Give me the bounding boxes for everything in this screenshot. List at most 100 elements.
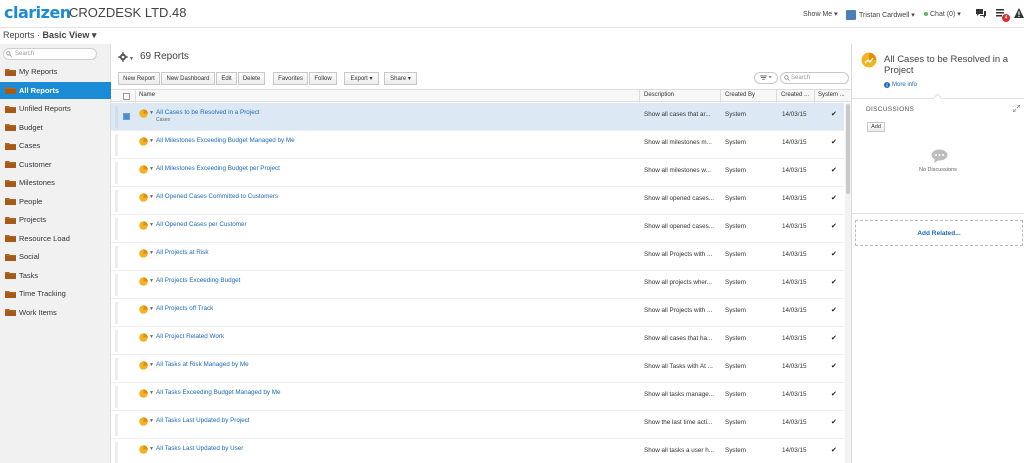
more-info-link[interactable]: More info xyxy=(884,82,917,88)
favorites-button[interactable]: Favorites xyxy=(273,72,308,85)
sidebar-item-all-reports[interactable]: All Reports xyxy=(0,81,111,99)
sidebar-item-unfiled-reports[interactable]: Unfiled Reports xyxy=(0,100,111,117)
drag-handle[interactable] xyxy=(115,246,118,268)
report-name-link[interactable]: All Tasks Last Updated by Project xyxy=(156,417,250,424)
gear-icon[interactable] xyxy=(118,52,128,62)
sidebar-item-resource-load[interactable]: Resource Load xyxy=(0,230,111,247)
follow-button[interactable]: Follow xyxy=(309,72,337,85)
drag-handle[interactable] xyxy=(115,442,118,463)
report-name-link[interactable]: All Cases to be Resolved in a Project xyxy=(156,109,260,116)
sidebar-item-my-reports[interactable]: My Reports xyxy=(0,63,111,80)
sidebar-item-milestones[interactable]: Milestones xyxy=(0,174,111,191)
sidebar-item-work-items[interactable]: Work Items xyxy=(0,304,111,321)
chevron-down-icon[interactable]: ▼ xyxy=(149,390,154,396)
table-row[interactable]: ▼ All Project Related Work Show all cases … xyxy=(111,327,844,355)
report-name-link[interactable]: All Tasks Last Updated by User xyxy=(156,445,243,452)
table-row[interactable]: ▼ All Milestones Exceeding Budget Managed… xyxy=(111,131,844,159)
sidebar-search-input[interactable]: Search xyxy=(3,48,97,60)
table-row[interactable]: ▼ All Milestones Exceeding Budget per Pro… xyxy=(111,159,844,187)
table-row[interactable]: ▼ All Opened Cases Committed to Customers… xyxy=(111,187,844,215)
table-row[interactable]: ▼ All Opened Cases per Customer Show all o… xyxy=(111,215,844,243)
column-created[interactable]: Created ... xyxy=(781,92,809,98)
report-name-link[interactable]: All Tasks Exceeding Budget Managed by Me xyxy=(156,389,281,396)
table-row[interactable]: ▼ All Cases to be Resolved in a Project Ca… xyxy=(111,103,844,131)
report-name-link[interactable]: All Opened Cases Committed to Customers xyxy=(156,193,278,200)
table-row[interactable]: ▼ All Tasks Exceeding Budget Managed by M… xyxy=(111,383,844,411)
report-name-link[interactable]: All Opened Cases per Customer xyxy=(156,221,247,228)
sidebar-item-tasks[interactable]: Tasks xyxy=(0,267,111,284)
edit-button[interactable]: Edit xyxy=(216,72,237,85)
table-row[interactable]: ▼ All Projects Exceeding Budget Show all p… xyxy=(111,271,844,299)
add-related-button[interactable]: Add Related... xyxy=(855,220,1023,246)
new-dashboard-button[interactable]: New Dashboard xyxy=(161,72,215,85)
chevron-down-icon[interactable]: ▼ xyxy=(149,194,154,200)
sidebar-item-people[interactable]: People xyxy=(0,193,111,210)
drag-handle[interactable] xyxy=(115,162,118,184)
drag-handle[interactable] xyxy=(115,302,118,324)
drag-handle[interactable] xyxy=(115,190,118,212)
chevron-down-icon[interactable]: ▼ xyxy=(149,138,154,144)
breadcrumb[interactable]: Reports · Basic View ▾ xyxy=(3,30,96,41)
chat-menu[interactable]: Chat (0) ▾ xyxy=(924,10,961,18)
share-button[interactable]: Share ▾ xyxy=(384,72,417,85)
drag-handle[interactable] xyxy=(115,330,118,352)
report-name-link[interactable]: All Milestones Exceeding Budget Managed … xyxy=(156,137,295,144)
report-name-link[interactable]: All Tasks at Risk Managed by Me xyxy=(156,361,249,368)
chevron-down-icon[interactable]: ▼ xyxy=(149,446,154,452)
chevron-down-icon[interactable]: ▼ xyxy=(149,362,154,368)
drag-handle[interactable] xyxy=(115,274,118,296)
sidebar-item-budget[interactable]: Budget xyxy=(0,119,111,136)
show-me-menu[interactable]: Show Me ▾ xyxy=(803,10,838,18)
chevron-down-icon[interactable]: ▼ xyxy=(149,418,154,424)
chevron-down-icon[interactable]: ▼ xyxy=(149,334,154,340)
report-name-link[interactable]: All Projects off Track xyxy=(156,305,213,312)
drag-handle[interactable] xyxy=(115,358,118,380)
drag-handle[interactable] xyxy=(115,106,118,128)
chevron-down-icon[interactable]: ▼ xyxy=(149,250,154,256)
table-row[interactable]: ▼ All Tasks Last Updated by User Show all … xyxy=(111,439,844,463)
table-row[interactable]: ▼ All Tasks at Risk Managed by Me Show all… xyxy=(111,355,844,383)
select-all-checkbox[interactable] xyxy=(123,93,130,100)
chevron-down-icon[interactable]: ▼ xyxy=(149,110,154,116)
sidebar-item-time-tracking[interactable]: Time Tracking xyxy=(0,285,111,302)
alert-icon[interactable] xyxy=(1013,7,1024,19)
chevron-down-icon[interactable]: ▼ xyxy=(149,166,154,172)
drag-handle[interactable] xyxy=(115,134,118,156)
drag-handle[interactable] xyxy=(115,414,118,436)
table-row[interactable]: ▼ All Projects at Risk Show all Projects w… xyxy=(111,243,844,271)
drag-handle[interactable] xyxy=(115,386,118,408)
table-row[interactable]: ▼ All Tasks Last Updated by Project Show t… xyxy=(111,411,844,439)
drag-handle[interactable] xyxy=(115,218,118,240)
chevron-down-icon[interactable]: ▼ xyxy=(129,56,134,62)
column-name[interactable]: Name xyxy=(139,92,155,98)
report-name-link[interactable]: All Project Related Work xyxy=(156,333,224,340)
chevron-down-icon[interactable]: ▼ xyxy=(149,306,154,312)
report-name-link[interactable]: All Milestones Exceeding Budget per Proj… xyxy=(156,165,280,172)
report-name-link[interactable]: All Projects Exceeding Budget xyxy=(156,277,240,284)
user-menu[interactable]: Tristan Cardwell ▾ xyxy=(846,10,915,20)
grid-search-input[interactable]: Search xyxy=(780,72,849,84)
sidebar-item-social[interactable]: Social xyxy=(0,248,111,265)
sidebar-item-cases[interactable]: Cases xyxy=(0,137,111,154)
report-name-link[interactable]: All Projects at Risk xyxy=(156,249,209,256)
column-system[interactable]: System ... xyxy=(818,92,845,98)
delete-button[interactable]: Delete xyxy=(238,72,265,85)
chevron-down-icon[interactable]: ▼ xyxy=(149,278,154,284)
sidebar-item-customer[interactable]: Customer xyxy=(0,156,111,173)
chevron-down-icon[interactable]: ▼ xyxy=(149,222,154,228)
add-discussion-button[interactable]: Add xyxy=(867,122,885,132)
column-description[interactable]: Description xyxy=(644,92,674,98)
discussions-icon[interactable] xyxy=(975,7,987,19)
table-row[interactable]: ▼ All Projects off Track Show all Projects… xyxy=(111,299,844,327)
clarizen-logo[interactable]: clarizen xyxy=(4,3,71,22)
export-button[interactable]: Export ▾ xyxy=(344,72,379,85)
filter-button[interactable] xyxy=(754,72,778,84)
expand-icon[interactable] xyxy=(1013,105,1020,112)
view-selector[interactable]: Basic View ▾ xyxy=(43,30,97,40)
grid-scroll-thumb[interactable] xyxy=(846,104,850,194)
folder-icon xyxy=(5,253,16,261)
column-created-by[interactable]: Created By xyxy=(725,92,755,98)
sidebar-item-projects[interactable]: Projects xyxy=(0,211,111,228)
row-checkbox[interactable] xyxy=(123,113,130,120)
new-report-button[interactable]: New Report xyxy=(118,72,160,85)
